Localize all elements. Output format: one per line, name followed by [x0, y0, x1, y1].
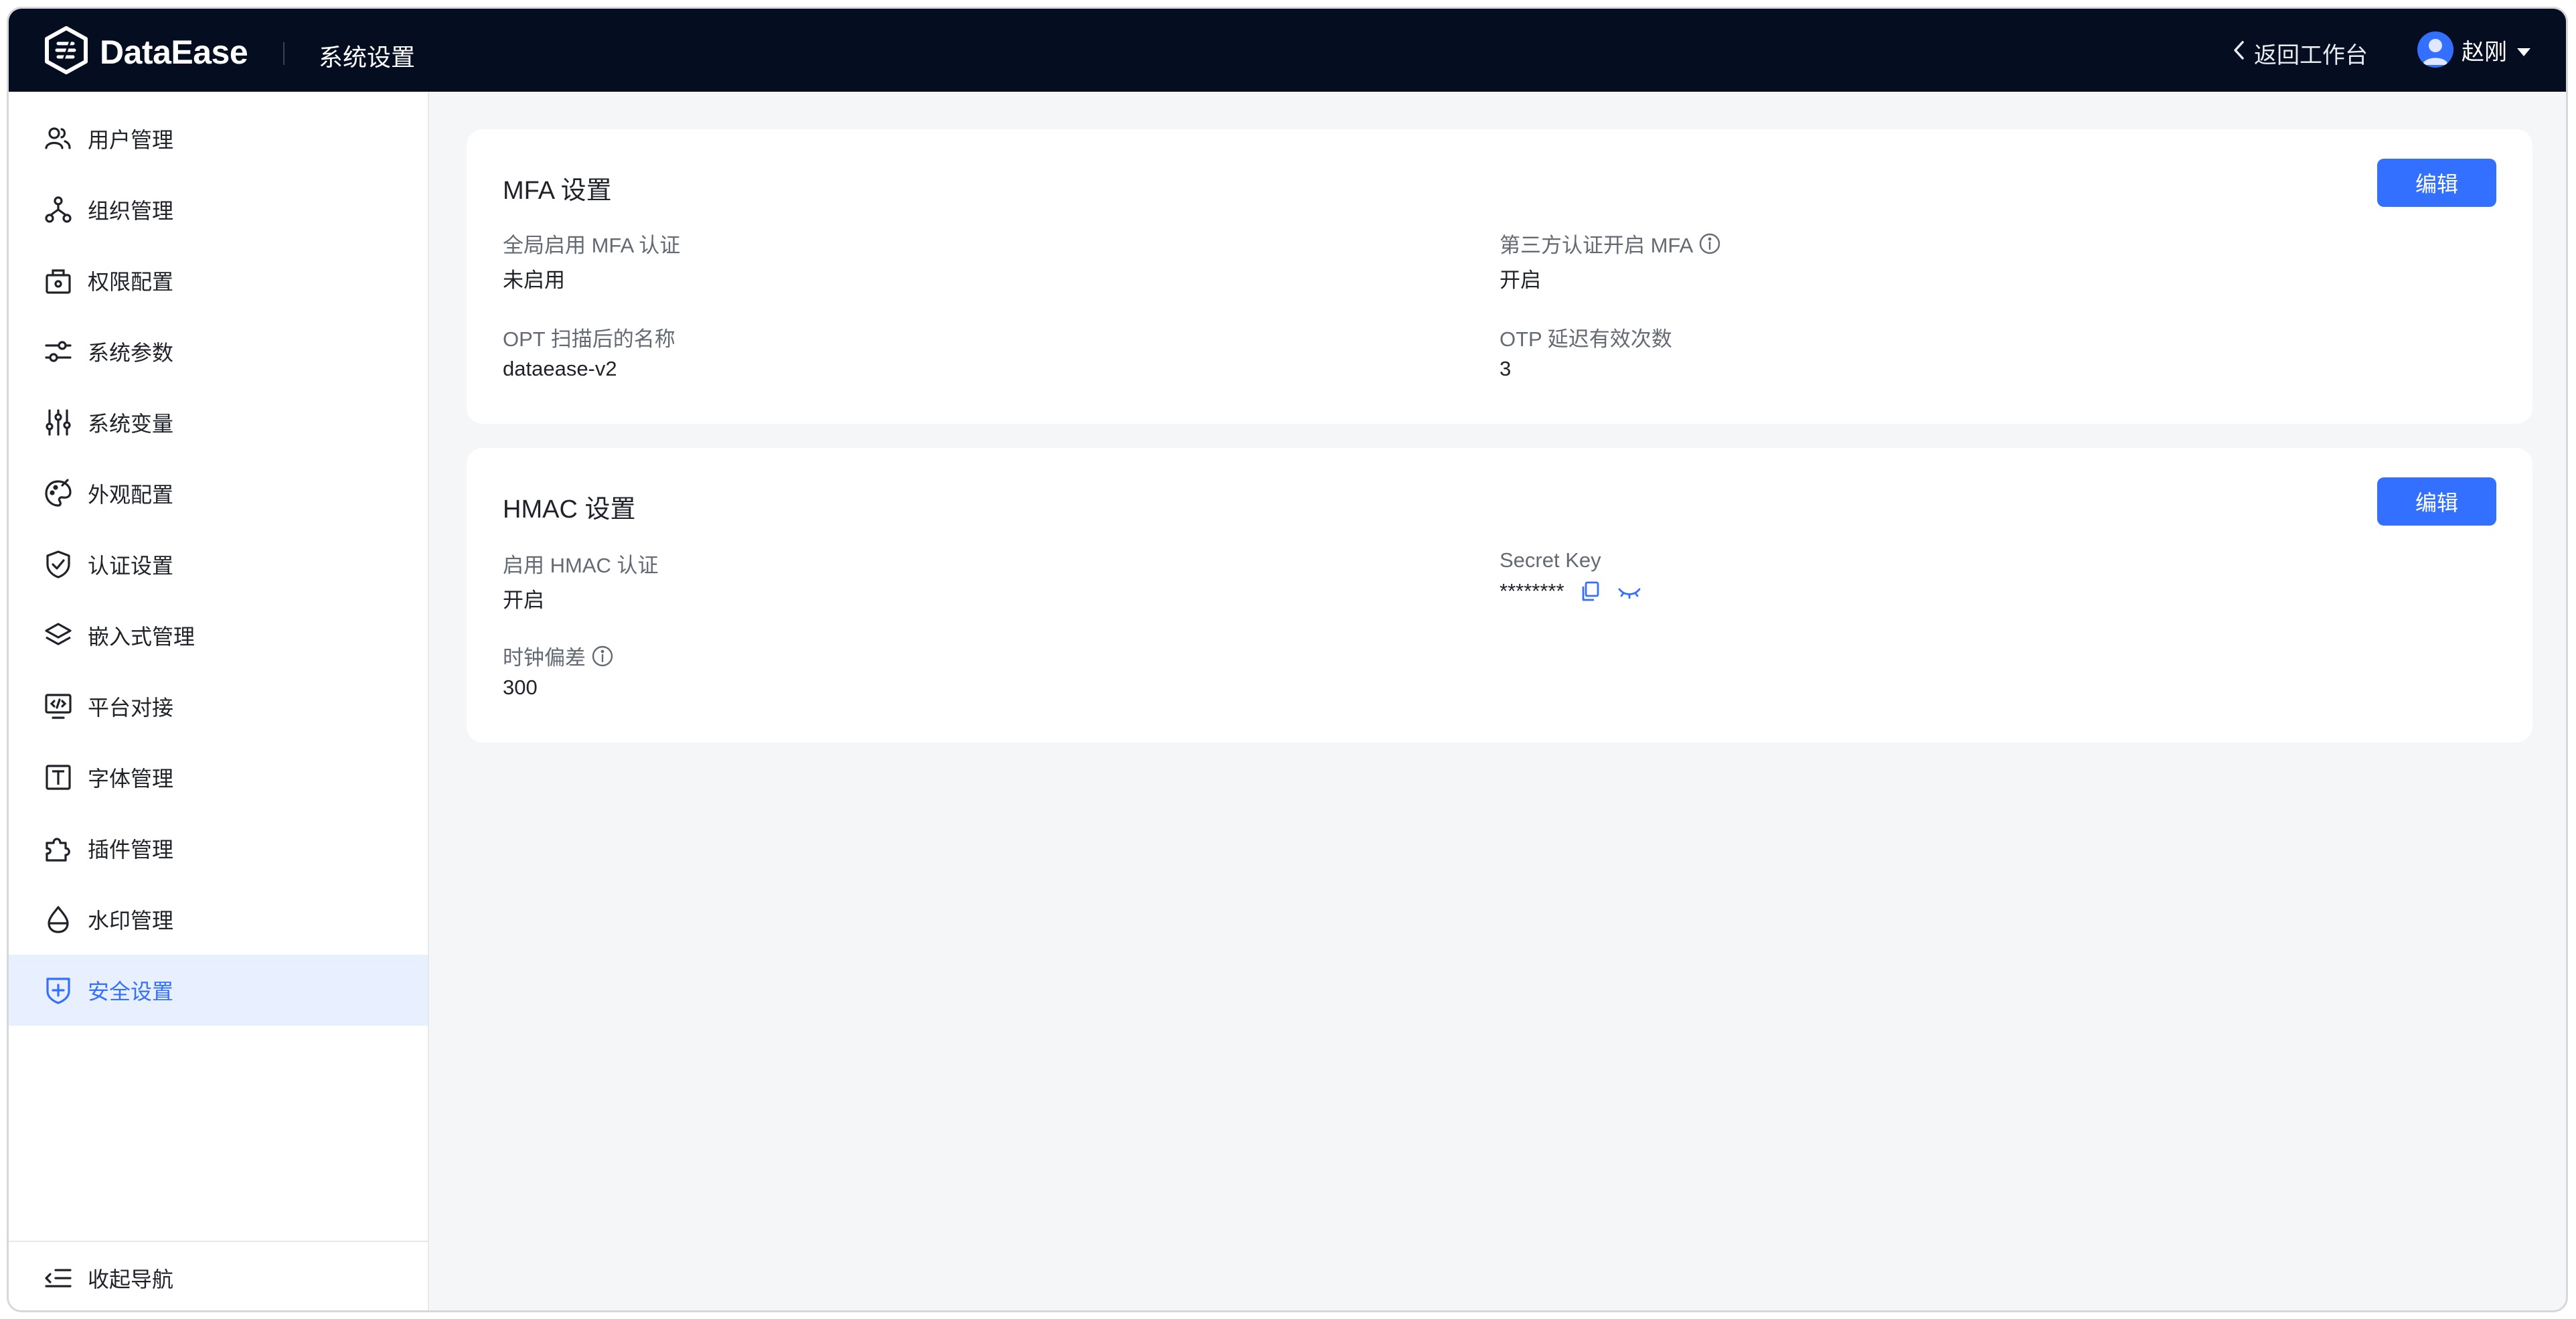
- sidebar-item-plugins[interactable]: 插件管理: [9, 813, 428, 884]
- mfa-settings-card: MFA 设置 编辑 全局启用 MFA 认证 未启用 第三方认证开启 MFA 开启…: [467, 129, 2532, 424]
- users-icon: [41, 121, 76, 156]
- clock-skew-label: 时钟偏差: [503, 641, 614, 671]
- secret-key-value: ********: [1500, 579, 1564, 603]
- sidebar-item-label: 组织管理: [88, 199, 174, 223]
- otp-delay-value: 3: [1500, 357, 1512, 380]
- sidebar-item-label: 权限配置: [88, 270, 174, 294]
- sidebar-item-label: 平台对接: [88, 696, 174, 720]
- sidebar-item-users[interactable]: 用户管理: [9, 103, 428, 174]
- shield-plus-icon: [41, 973, 76, 1008]
- sidebar-item-label: 系统参数: [88, 341, 174, 365]
- hmac-settings-card: HMAC 设置 编辑 启用 HMAC 认证 开启 Secret Key ****…: [467, 448, 2532, 743]
- sidebar-item-permission[interactable]: 权限配置: [9, 245, 428, 316]
- palette-icon: [41, 476, 76, 511]
- sidebar-item-label: 用户管理: [88, 128, 174, 152]
- logo[interactable]: DataEase: [44, 26, 248, 78]
- hmac-enable-label: 启用 HMAC 认证: [503, 554, 659, 577]
- shield-check-icon: [41, 547, 76, 582]
- logo-text: DataEase: [100, 33, 248, 71]
- params-icon: [41, 334, 76, 369]
- user-menu[interactable]: 赵刚: [2417, 31, 2531, 68]
- section-title: 系统设置: [319, 44, 416, 71]
- collapse-icon: [41, 1261, 76, 1296]
- mfa-edit-button[interactable]: 编辑: [2377, 159, 2496, 207]
- sidebar-item-label: 安全设置: [88, 980, 174, 1004]
- sidebar-item-label: 认证设置: [88, 554, 174, 578]
- sidebar-item-appearance[interactable]: 外观配置: [9, 458, 428, 529]
- sidebar-item-fonts[interactable]: 字体管理: [9, 742, 428, 813]
- drop-icon: [41, 902, 76, 937]
- user-name: 赵刚: [2462, 39, 2507, 65]
- info-icon[interactable]: [591, 645, 614, 668]
- layers-icon: [41, 618, 76, 653]
- opt-name-label: OPT 扫描后的名称: [503, 327, 675, 351]
- sidebar-item-auth[interactable]: 认证设置: [9, 529, 428, 600]
- chevron-left-icon: [2233, 40, 2254, 66]
- sidebar-item-label: 插件管理: [88, 838, 174, 862]
- collapse-nav-button[interactable]: 收起导航: [9, 1241, 428, 1310]
- sidebar-item-platform[interactable]: 平台对接: [9, 671, 428, 742]
- sidebar: 用户管理 组织管理 权限配置 系统参数 系统变量 外观配置 认证设置 嵌入式管理…: [9, 92, 429, 1310]
- sidebar-item-embedded[interactable]: 嵌入式管理: [9, 600, 428, 671]
- sidebar-item-watermark[interactable]: 水印管理: [9, 884, 428, 955]
- plugin-icon: [41, 831, 76, 866]
- variables-icon: [41, 405, 76, 440]
- copy-icon[interactable]: [1579, 580, 1602, 603]
- sidebar-item-organization[interactable]: 组织管理: [9, 174, 428, 245]
- back-label: 返回工作台: [2254, 43, 2368, 68]
- otp-delay-label: OTP 延迟有效次数: [1500, 327, 1672, 351]
- hmac-enable-value: 开启: [503, 589, 544, 612]
- eye-closed-icon[interactable]: [1617, 580, 1642, 603]
- permission-icon: [41, 263, 76, 298]
- clock-skew-label-text: 时钟偏差: [503, 646, 586, 670]
- secret-key-row: ********: [1500, 579, 1642, 603]
- secret-key-label: Secret Key: [1500, 548, 1601, 572]
- top-header: DataEase 系统设置 返回工作台 赵刚: [9, 9, 2566, 92]
- org-icon: [41, 192, 76, 227]
- sidebar-item-security[interactable]: 安全设置: [9, 955, 428, 1026]
- clock-skew-value: 300: [503, 676, 538, 699]
- sidebar-item-label: 外观配置: [88, 483, 174, 507]
- mfa-card-title: MFA 设置: [503, 177, 612, 205]
- sidebar-item-label: 水印管理: [88, 909, 174, 933]
- sidebar-item-variables[interactable]: 系统变量: [9, 387, 428, 458]
- mfa-global-value: 未启用: [503, 268, 565, 292]
- header-divider: [283, 42, 285, 65]
- collapse-label: 收起导航: [88, 1267, 174, 1292]
- dataease-logo-icon: [44, 26, 89, 78]
- sidebar-item-label: 系统变量: [88, 412, 174, 436]
- info-icon[interactable]: [1698, 232, 1721, 255]
- sidebar-item-params[interactable]: 系统参数: [9, 316, 428, 387]
- font-icon: [41, 760, 76, 795]
- hmac-card-title: HMAC 设置: [503, 495, 636, 524]
- back-to-workbench-button[interactable]: 返回工作台: [2233, 37, 2368, 70]
- app-window: DataEase 系统设置 返回工作台 赵刚 用户管理 组织管理 权限配置 系统…: [7, 7, 2568, 1312]
- mfa-global-label: 全局启用 MFA 认证: [503, 234, 681, 257]
- caret-down-icon: [2516, 37, 2531, 63]
- monitor-code-icon: [41, 689, 76, 724]
- mfa-third-party-value: 开启: [1500, 268, 1541, 292]
- hmac-edit-button[interactable]: 编辑: [2377, 477, 2496, 526]
- mfa-third-party-label-text: 第三方认证开启 MFA: [1500, 234, 1694, 257]
- sidebar-item-label: 字体管理: [88, 767, 174, 791]
- sidebar-item-label: 嵌入式管理: [88, 625, 195, 649]
- avatar: [2417, 31, 2453, 68]
- mfa-third-party-label: 第三方认证开启 MFA: [1500, 228, 1721, 258]
- opt-name-value: dataease-v2: [503, 357, 617, 380]
